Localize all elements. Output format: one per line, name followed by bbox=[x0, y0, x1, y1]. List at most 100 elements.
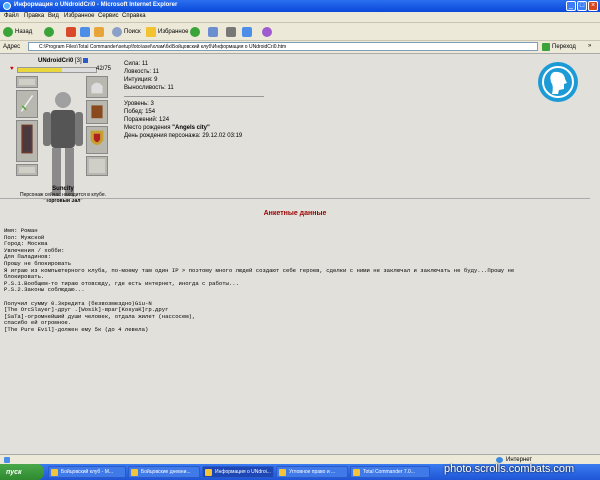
profile-line: Я играю из компьютерного клуба, по-моему… bbox=[4, 266, 515, 274]
ie-icon bbox=[205, 469, 212, 476]
mail-icon bbox=[208, 26, 218, 37]
stats-divider bbox=[124, 96, 264, 97]
stat-agility: Ловкость: 11 bbox=[124, 69, 159, 75]
mail-button[interactable] bbox=[208, 26, 220, 37]
window-title: Информация о UNdroidCri0 - Microsoft Int… bbox=[14, 2, 178, 8]
favorites-button[interactable]: Избранное bbox=[146, 26, 188, 37]
stop-icon bbox=[66, 26, 76, 37]
profile-line: Пол: Мужской bbox=[4, 233, 45, 241]
slot-shield[interactable] bbox=[86, 126, 108, 154]
slot-belt[interactable] bbox=[16, 164, 38, 176]
chainmail-icon bbox=[21, 124, 33, 154]
menu-view[interactable]: Вид bbox=[48, 13, 59, 19]
address-label: Адрес bbox=[3, 44, 21, 50]
profile-line: P.S.1.Вообщем-то тираю отовсюду, где ест… bbox=[4, 279, 239, 287]
page-content: UNdroidCri0 [3] ♥ 42/75 Suncity Персонаж… bbox=[0, 54, 600, 454]
info-birthplace: Место рождения "Angels city" bbox=[124, 125, 210, 131]
character-figure bbox=[43, 92, 83, 196]
menu-bar: Файл Правка Вид Избранное Сервис Справка bbox=[0, 12, 600, 23]
watermark: photo.scrolls.combats.com bbox=[444, 463, 575, 475]
menu-file[interactable]: Файл bbox=[4, 13, 19, 19]
home-icon bbox=[94, 26, 104, 37]
toolbar: Назад Поиск Избранное bbox=[0, 23, 600, 41]
back-arrow-icon bbox=[3, 26, 13, 37]
go-button[interactable]: Переход bbox=[542, 43, 576, 51]
profile-title: Анкетные данные bbox=[263, 210, 327, 217]
ie-icon bbox=[3, 2, 11, 10]
word-icon bbox=[279, 469, 286, 476]
refresh-icon bbox=[80, 26, 90, 37]
sword-icon bbox=[20, 94, 34, 112]
links-toggle[interactable]: » bbox=[588, 43, 591, 49]
slot-armor[interactable] bbox=[16, 120, 38, 162]
start-button[interactable]: пуск bbox=[0, 464, 44, 480]
stat-strength: Сила: 11 bbox=[124, 61, 149, 67]
info-block: Уровень: 3 Побед: 154 Поражений: 124 Мес… bbox=[124, 100, 264, 140]
edit-button[interactable] bbox=[242, 26, 254, 37]
shield-icon bbox=[90, 130, 104, 145]
home-button[interactable] bbox=[94, 26, 106, 37]
history-button[interactable] bbox=[190, 26, 202, 37]
forward-arrow-icon bbox=[44, 26, 54, 37]
address-bar: Адрес C:\Program Files\Total Commander\s… bbox=[0, 41, 600, 54]
profile-line: P.S.2.Законы соблюдаю... bbox=[4, 286, 85, 294]
messenger-button[interactable] bbox=[262, 26, 274, 37]
gloves-icon bbox=[91, 105, 103, 119]
slot-gloves[interactable] bbox=[86, 100, 108, 124]
address-input[interactable]: C:\Program Files\Total Commander\setup\f… bbox=[28, 42, 538, 51]
profile-line: Для Паладинов: bbox=[4, 253, 51, 261]
minimize-button[interactable]: _ bbox=[566, 1, 576, 11]
profile-line: [The Pure Evil]-должен ему 5к (до 4 леве… bbox=[4, 325, 149, 333]
slot-helmet[interactable] bbox=[86, 76, 108, 98]
character-panel: UNdroidCri0 [3] ♥ 42/75 Suncity Персонаж… bbox=[8, 58, 118, 208]
helmet-icon bbox=[91, 82, 103, 94]
clan-badge-icon bbox=[83, 58, 89, 63]
info-birthday: День рождения персонажа: 29.12.02 03:19 bbox=[124, 133, 243, 139]
close-button[interactable]: × bbox=[588, 1, 598, 11]
character-nick: UNdroidCri0 [3] bbox=[38, 58, 89, 64]
forward-button[interactable] bbox=[44, 26, 56, 37]
slot-weapon[interactable] bbox=[16, 90, 38, 118]
stat-intuition: Интуиция: 9 bbox=[124, 77, 158, 83]
page-icon bbox=[4, 457, 10, 463]
task-item-active[interactable]: Информация о UNdroi... bbox=[202, 466, 274, 478]
search-icon bbox=[112, 26, 122, 37]
menu-tools[interactable]: Сервис bbox=[98, 13, 119, 19]
task-item[interactable]: Угловное право и ... bbox=[276, 466, 348, 478]
task-item[interactable]: Бойцовские дневни... bbox=[128, 466, 200, 478]
refresh-button[interactable] bbox=[80, 26, 92, 37]
edit-icon bbox=[242, 26, 252, 37]
ie-icon bbox=[131, 469, 138, 476]
profile-line: [SaTa]-огромнейший души человек, отдала … bbox=[4, 312, 196, 320]
printer-icon bbox=[226, 26, 236, 37]
go-arrow-icon bbox=[542, 43, 550, 51]
info-level: Уровень: 3 bbox=[124, 101, 154, 107]
stats-block: Сила: 11 Ловкость: 11 Интуиция: 9 Выносл… bbox=[124, 60, 264, 92]
menu-favorites[interactable]: Избранное bbox=[64, 13, 94, 19]
task-item[interactable]: Total Commander 7.0... bbox=[350, 466, 430, 478]
messenger-icon bbox=[262, 26, 272, 37]
hp-text: 42/75 bbox=[96, 66, 112, 72]
search-button[interactable]: Поиск bbox=[112, 26, 141, 37]
section-divider bbox=[0, 198, 590, 199]
slot-boots[interactable] bbox=[86, 156, 108, 176]
profile-line: Имя: Роман bbox=[4, 227, 38, 234]
stop-button[interactable] bbox=[66, 26, 78, 37]
hp-bar bbox=[17, 67, 97, 73]
ie-icon bbox=[51, 469, 58, 476]
menu-help[interactable]: Справка bbox=[122, 13, 146, 19]
club-logo bbox=[538, 62, 578, 102]
maximize-button[interactable]: □ bbox=[577, 1, 587, 11]
slot-helmet-left[interactable] bbox=[16, 76, 38, 88]
star-icon bbox=[146, 26, 156, 37]
info-losses: Поражений: 124 bbox=[124, 117, 170, 123]
task-item[interactable]: Бойцовский клуб - М... bbox=[48, 466, 126, 478]
profile-line: Увлечения / хобби: bbox=[4, 246, 65, 254]
title-bar: Информация о UNdroidCri0 - Microsoft Int… bbox=[0, 0, 600, 12]
print-button[interactable] bbox=[226, 26, 238, 37]
info-wins: Побед: 154 bbox=[124, 109, 156, 115]
menu-edit[interactable]: Правка bbox=[24, 13, 44, 19]
total-commander-icon bbox=[353, 469, 360, 476]
back-button[interactable]: Назад bbox=[3, 26, 32, 37]
profile-text: Имя: Роман Пол: Мужской Город: Москва Увлеч… bbox=[4, 227, 589, 334]
